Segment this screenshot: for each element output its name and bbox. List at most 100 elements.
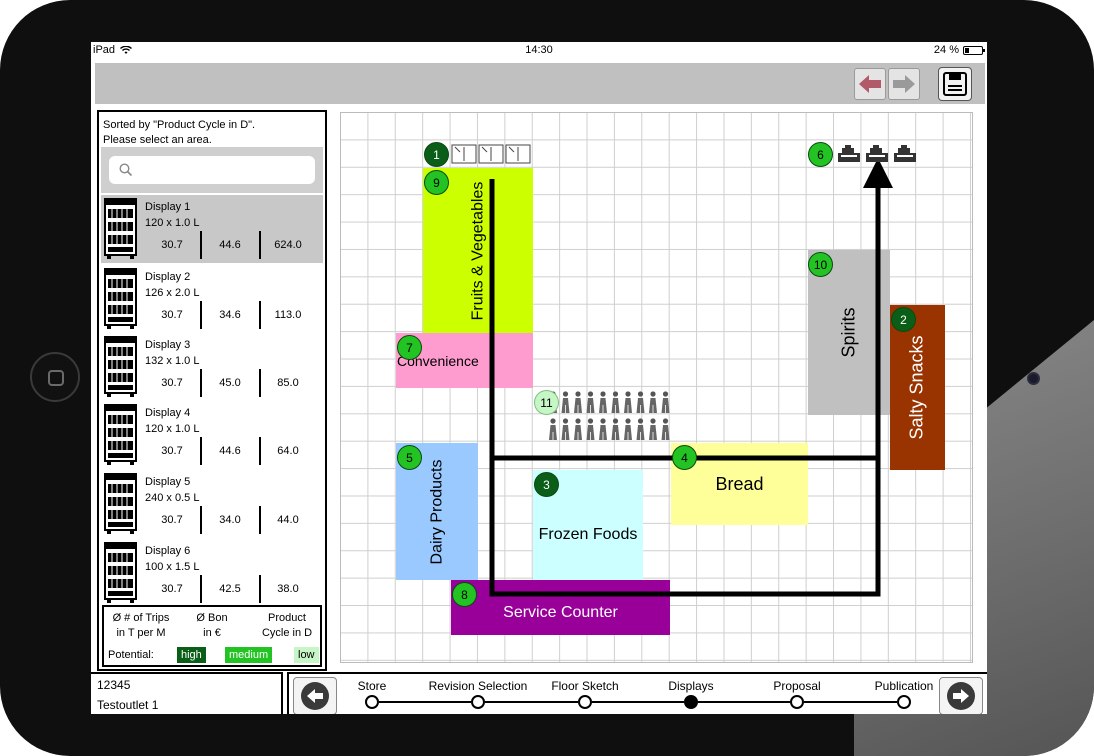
display-trips: 30.7 [161, 239, 183, 251]
step-label: Proposal [773, 679, 821, 693]
display-item[interactable]: Display 5 240 x 0.5 L 30.7 34.0 44.0 [101, 470, 323, 538]
display-item[interactable]: Display 4 120 x 1.0 L 30.7 44.6 64.0 [101, 401, 323, 469]
column-divider [259, 575, 261, 603]
display-fridge-icon [104, 268, 137, 329]
area-badge-9[interactable]: 9 [424, 170, 449, 195]
display-trips: 30.7 [161, 377, 183, 389]
column-divider [259, 301, 261, 329]
display-size: 126 x 2.0 L [145, 287, 200, 299]
step-connector [804, 701, 897, 703]
display-fridge-icon [104, 198, 137, 259]
arrow-right-icon [893, 75, 915, 93]
display-bon: 45.0 [219, 377, 241, 389]
legend-potential-label: Potential: [108, 649, 154, 661]
store-info: 12345 Testoutlet 1 [91, 672, 283, 714]
legend-high-badge: high [177, 647, 206, 663]
step-connector [698, 701, 790, 703]
arrow-left-icon [859, 75, 881, 93]
legend-cycle: Product Cycle in D [261, 612, 313, 639]
column-divider [259, 231, 261, 259]
home-button[interactable] [30, 352, 80, 402]
step-label: Store [357, 679, 387, 693]
display-name: Display 1 [145, 201, 191, 213]
step-dot[interactable] [471, 695, 485, 709]
next-step-button[interactable] [939, 677, 983, 714]
display-trips: 30.7 [161, 309, 183, 321]
step-dot[interactable] [790, 695, 804, 709]
legend-low-badge: low [294, 647, 319, 663]
floor-plan[interactable]: Fruits & Vegetables Convenience Dairy Pr… [340, 112, 973, 663]
column-divider [200, 301, 202, 329]
step-label: Revision Selection [428, 679, 528, 693]
display-bon: 44.6 [219, 445, 241, 457]
ipad-frame: iPad 14:30 24 % Sorted by "Product Cycle… [0, 0, 1094, 756]
area-badge-11[interactable]: 11 [534, 390, 559, 415]
search-bar [101, 147, 323, 193]
customer-crowd [546, 388, 671, 448]
status-time: 14:30 [525, 44, 553, 56]
display-cycle: 624.0 [274, 239, 302, 251]
screen: iPad 14:30 24 % Sorted by "Product Cycle… [91, 42, 987, 714]
display-cycle: 64.0 [277, 445, 299, 457]
display-name: Display 6 [145, 545, 191, 557]
display-list-panel: Sorted by "Product Cycle in D". Please s… [97, 110, 327, 671]
step-dot[interactable] [578, 695, 592, 709]
column-divider [200, 506, 202, 534]
display-item[interactable]: Display 1 120 x 1.0 L 30.7 44.6 624.0 [101, 195, 323, 263]
column-divider [200, 231, 202, 259]
display-item[interactable]: Display 6 100 x 1.5 L 30.7 42.5 38.0 [101, 539, 323, 607]
display-item[interactable]: Display 2 126 x 2.0 L 30.7 34.6 113.0 [101, 265, 323, 333]
column-divider [200, 369, 202, 397]
display-cycle: 38.0 [277, 583, 299, 595]
display-bon: 44.6 [219, 239, 241, 251]
legend: Ø # of Trips in T per M Ø Bon in € Product… [102, 605, 322, 667]
undo-button[interactable] [854, 68, 886, 100]
step-dot[interactable] [684, 695, 698, 709]
display-bon: 34.0 [219, 514, 241, 526]
cash-registers [836, 143, 918, 170]
display-name: Display 3 [145, 339, 191, 351]
area-badge-4[interactable]: 4 [672, 445, 697, 470]
display-name: Display 4 [145, 407, 191, 419]
area-badge-5[interactable]: 5 [397, 445, 422, 470]
column-divider [200, 575, 202, 603]
people-icon [549, 391, 670, 440]
step-label: Floor Sketch [551, 679, 619, 693]
area-badge-2[interactable]: 2 [891, 307, 916, 332]
store-name: Testoutlet 1 [97, 698, 159, 712]
legend-medium-badge: medium [225, 647, 273, 663]
display-size: 120 x 1.0 L [145, 217, 200, 229]
step-dot[interactable] [897, 695, 911, 709]
area-badge-3[interactable]: 3 [534, 472, 559, 497]
sort-info-line1: Sorted by "Product Cycle in D". [103, 119, 256, 131]
display-trips: 30.7 [161, 445, 183, 457]
step-connector [485, 701, 578, 703]
display-item[interactable]: Display 3 132 x 1.0 L 30.7 45.0 85.0 [101, 333, 323, 401]
display-fridge-icon [104, 336, 137, 397]
entrance-gates [451, 143, 533, 170]
search-icon [119, 163, 133, 177]
display-size: 132 x 1.0 L [145, 355, 200, 367]
area-badge-10[interactable]: 10 [808, 252, 833, 277]
area-badge-7[interactable]: 7 [397, 335, 422, 360]
area-badge-1[interactable]: 1 [424, 142, 449, 167]
area-badge-6[interactable]: 6 [808, 142, 833, 167]
display-fridge-icon [104, 473, 137, 534]
column-divider [259, 437, 261, 465]
step-connector [592, 701, 684, 703]
step-dot[interactable] [365, 695, 379, 709]
search-input[interactable] [109, 156, 315, 184]
display-cycle: 44.0 [277, 514, 299, 526]
sort-info: Sorted by "Product Cycle in D". Please s… [103, 118, 255, 148]
cash-register-icon [838, 145, 916, 162]
display-size: 120 x 1.0 L [145, 423, 200, 435]
display-bon: 34.6 [219, 309, 241, 321]
floppy-save-icon [943, 72, 967, 96]
display-fridge-icon [104, 542, 137, 603]
redo-button[interactable] [888, 68, 920, 100]
area-badge-8[interactable]: 8 [452, 582, 477, 607]
save-button[interactable] [938, 67, 972, 101]
display-name: Display 5 [145, 476, 191, 488]
step-connector [379, 701, 471, 703]
home-square-icon [48, 370, 64, 386]
